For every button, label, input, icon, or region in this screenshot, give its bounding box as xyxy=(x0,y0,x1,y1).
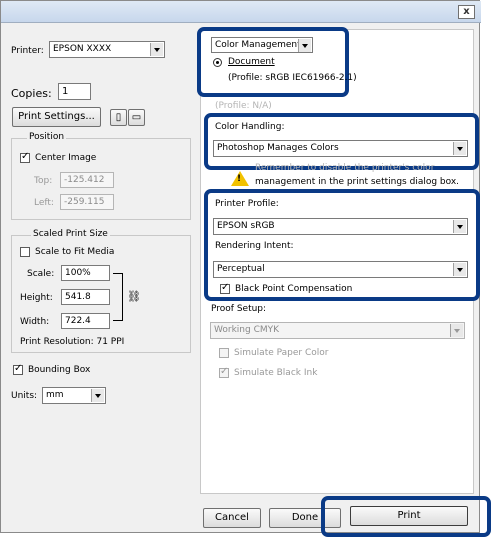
bounding-box-label: Bounding Box xyxy=(28,365,91,375)
chevron-down-icon xyxy=(453,220,466,233)
units-label: Units: xyxy=(11,391,38,401)
document-label: Document xyxy=(228,57,275,67)
chevron-down-icon xyxy=(453,142,466,155)
position-title: Position xyxy=(27,132,67,142)
print-button[interactable]: Print xyxy=(350,506,468,526)
width-label: Width: xyxy=(20,317,50,327)
printer-select[interactable]: EPSON XXXX xyxy=(49,41,165,58)
black-point-label: Black Point Compensation xyxy=(235,284,353,294)
scale-field[interactable]: 100% xyxy=(61,265,110,281)
proportion-bracket xyxy=(113,273,123,321)
document-radio[interactable] xyxy=(213,58,222,67)
link-icon[interactable]: ⛓ xyxy=(127,290,141,303)
proof-setup-select[interactable]: Working CMYK xyxy=(210,322,465,339)
bounding-box-checkbox[interactable] xyxy=(13,363,23,375)
simulate-ink-label: Simulate Black Ink xyxy=(234,368,318,378)
top-field[interactable]: -125.412 xyxy=(60,172,114,188)
scale-label: Scale: xyxy=(27,269,55,279)
warning-text-line1: Remember to disable the printer's color xyxy=(255,163,435,173)
rendering-intent-select[interactable]: Perceptual xyxy=(213,261,468,278)
printer-profile-highlight: Printer Profile: EPSON sRGB Rendering In… xyxy=(204,189,480,301)
left-label: Left: xyxy=(34,198,54,208)
proof-setup-value: Working CMYK xyxy=(214,325,280,335)
landscape-icon: ▭ xyxy=(131,112,142,123)
chevron-down-icon xyxy=(298,39,311,52)
portrait-icon: ▯ xyxy=(115,112,122,123)
center-image-checkbox[interactable] xyxy=(20,151,30,163)
proof-setup-label: Proof Setup: xyxy=(211,304,267,314)
chevron-down-icon xyxy=(91,389,104,402)
print-resolution: Print Resolution: 71 PPI xyxy=(20,337,125,347)
ghost-profile-text: (Profile: N/A) xyxy=(215,101,272,111)
landscape-orientation-button[interactable]: ▭ xyxy=(128,109,145,126)
chevron-down-icon xyxy=(453,263,466,276)
rendering-intent-label: Rendering Intent: xyxy=(215,241,294,251)
cancel-button[interactable]: Cancel xyxy=(203,508,261,528)
chevron-down-icon xyxy=(150,43,163,56)
black-point-checkbox[interactable] xyxy=(220,282,230,294)
scale-to-fit-checkbox[interactable] xyxy=(20,247,30,257)
print-dialog: x Printer: EPSON XXXX Copies: 1 Print Se… xyxy=(0,0,481,533)
profile-label: (Profile: sRGB IEC61966-2.1) xyxy=(228,73,357,83)
chevron-down-icon xyxy=(450,324,463,337)
color-handling-value: Photoshop Manages Colors xyxy=(217,143,339,153)
height-label: Height: xyxy=(20,293,53,303)
printer-label: Printer: xyxy=(11,46,44,56)
center-image-label: Center Image xyxy=(35,153,97,163)
copies-label: Copies: xyxy=(11,87,52,100)
printer-profile-value: EPSON sRGB xyxy=(217,221,275,231)
rendering-intent-value: Perceptual xyxy=(217,264,265,274)
portrait-orientation-button[interactable]: ▯ xyxy=(110,109,127,126)
color-management-value: Color Management xyxy=(215,40,301,50)
simulate-ink-checkbox[interactable] xyxy=(219,366,229,378)
left-field[interactable]: -259.115 xyxy=(60,194,114,210)
simulate-paper-label: Simulate Paper Color xyxy=(234,348,329,358)
top-label: Top: xyxy=(34,176,53,186)
warning-text-line2: management in the print settings dialog … xyxy=(255,177,460,187)
color-management-highlight: Color Management Document (Profile: sRGB… xyxy=(197,27,357,97)
close-button[interactable]: x xyxy=(458,5,475,19)
width-field[interactable]: 722.4 xyxy=(61,313,110,329)
color-handling-highlight: Color Handling: Photoshop Manages Colors xyxy=(204,113,479,170)
printer-value: EPSON XXXX xyxy=(53,44,112,54)
scale-to-fit-label: Scale to Fit Media xyxy=(35,247,115,257)
scaled-print-size-title: Scaled Print Size xyxy=(31,229,110,239)
print-settings-button[interactable]: Print Settings... xyxy=(12,107,101,127)
color-management-select[interactable]: Color Management xyxy=(211,37,313,53)
copies-field[interactable]: 1 xyxy=(58,83,91,100)
color-handling-label: Color Handling: xyxy=(215,122,285,132)
units-value: mm xyxy=(46,390,64,400)
printer-profile-label: Printer Profile: xyxy=(215,199,279,209)
printer-profile-select[interactable]: EPSON sRGB xyxy=(213,218,468,235)
units-select[interactable]: mm xyxy=(42,387,106,404)
title-bar: x xyxy=(1,1,481,23)
warning-icon-mark: ! xyxy=(237,174,242,184)
simulate-paper-checkbox[interactable] xyxy=(219,348,229,358)
color-handling-select[interactable]: Photoshop Manages Colors xyxy=(213,140,468,157)
height-field[interactable]: 541.8 xyxy=(61,289,110,305)
